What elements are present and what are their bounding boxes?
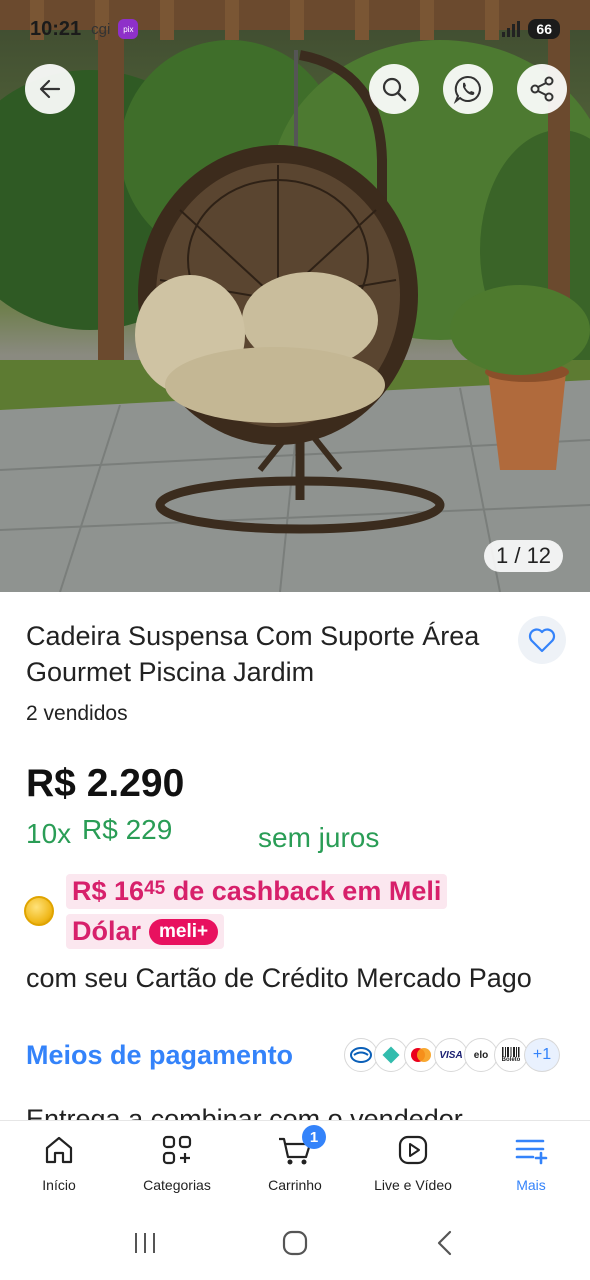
home-icon bbox=[45, 1136, 73, 1164]
heart-icon bbox=[528, 628, 556, 653]
visa-icon: VISA bbox=[434, 1038, 468, 1072]
cashback-amount-main: R$ 16 bbox=[72, 876, 145, 906]
sold-count: 2 vendidos bbox=[26, 702, 128, 725]
tab-label: Mais bbox=[516, 1177, 546, 1193]
tab-label: Categorias bbox=[143, 1177, 211, 1193]
battery-indicator: 66 bbox=[528, 19, 560, 39]
product-title: Cadeira Suspensa Com Suporte Área Gourme… bbox=[26, 621, 480, 687]
tab-categorias[interactable]: Categorias bbox=[118, 1121, 236, 1206]
status-time: 10:21 bbox=[30, 17, 82, 40]
more-payment-methods[interactable]: +1 bbox=[524, 1038, 560, 1072]
tab-carrinho[interactable]: 1 Carrinho bbox=[236, 1121, 354, 1206]
tab-inicio[interactable]: Início bbox=[0, 1121, 118, 1206]
home-nav-icon[interactable] bbox=[280, 1228, 310, 1258]
back-nav-icon[interactable] bbox=[430, 1228, 460, 1258]
search-button[interactable] bbox=[369, 64, 419, 114]
share-button[interactable] bbox=[517, 64, 567, 114]
installments: 10x R$ 229 sem juros bbox=[26, 814, 566, 853]
mercado-pago-icon bbox=[344, 1038, 378, 1072]
favorite-button[interactable] bbox=[518, 616, 566, 664]
share-icon bbox=[530, 76, 554, 102]
boleto-icon: Boleto bbox=[494, 1038, 528, 1072]
elo-icon: elo bbox=[464, 1038, 498, 1072]
system-navigation-bar bbox=[0, 1206, 590, 1280]
search-icon bbox=[382, 77, 407, 102]
cashback-amount-cents: 45 bbox=[144, 878, 166, 899]
boleto-label: Boleto bbox=[501, 1057, 521, 1063]
cashback-note: com seu Cartão de Crédito Mercado Pago bbox=[26, 963, 532, 993]
tab-label: Live e Vídeo bbox=[374, 1177, 452, 1193]
status-carrier: cgi bbox=[91, 20, 111, 38]
product-price: R$ 2.290 bbox=[26, 762, 185, 805]
tab-label: Carrinho bbox=[268, 1177, 322, 1193]
video-icon bbox=[398, 1135, 428, 1165]
meli-dollar-coin-icon bbox=[24, 896, 54, 926]
whatsapp-button[interactable] bbox=[443, 64, 493, 114]
product-image-gallery[interactable]: 10:21 cgi pix 66 1 / 12 bbox=[0, 0, 590, 592]
menu-plus-icon bbox=[515, 1139, 548, 1165]
payment-method-icons[interactable]: VISA elo Boleto +1 bbox=[344, 1038, 560, 1072]
tab-label: Início bbox=[42, 1177, 76, 1193]
cashback-text: de cashback em Meli bbox=[165, 876, 442, 906]
installment-amount: R$ 229 bbox=[82, 814, 173, 845]
cashback-amount: R$ 1645 de cashback em Meli bbox=[66, 874, 448, 909]
payment-methods-link[interactable]: Meios de pagamento bbox=[26, 1040, 293, 1071]
bottom-tab-bar: Início Categorias 1 Carrinho Live e Víde… bbox=[0, 1120, 590, 1206]
signal-icon bbox=[502, 21, 521, 37]
arrow-left-icon bbox=[39, 79, 61, 99]
cashback-currency: Dólar meli+ bbox=[66, 914, 225, 949]
cart-count-badge: 1 bbox=[302, 1125, 326, 1149]
installment-note: sem juros bbox=[258, 822, 380, 853]
whatsapp-icon bbox=[453, 75, 481, 104]
meli-plus-badge: meli+ bbox=[149, 918, 219, 945]
back-button[interactable] bbox=[25, 64, 75, 114]
categories-icon bbox=[162, 1135, 192, 1165]
installment-count: 10x bbox=[26, 818, 72, 849]
cashback-currency-label: Dólar bbox=[72, 916, 142, 946]
recent-apps-icon[interactable] bbox=[130, 1230, 160, 1256]
tab-mais[interactable]: Mais bbox=[472, 1121, 590, 1206]
tab-live-video[interactable]: Live e Vídeo bbox=[354, 1121, 472, 1206]
pix-notification-icon: pix bbox=[118, 19, 139, 39]
mastercard-icon bbox=[404, 1038, 438, 1072]
gallery-counter: 1 / 12 bbox=[484, 540, 564, 572]
product-photo bbox=[0, 0, 590, 592]
status-bar: 10:21 cgi pix 66 bbox=[0, 0, 590, 58]
pix-icon bbox=[374, 1038, 408, 1072]
